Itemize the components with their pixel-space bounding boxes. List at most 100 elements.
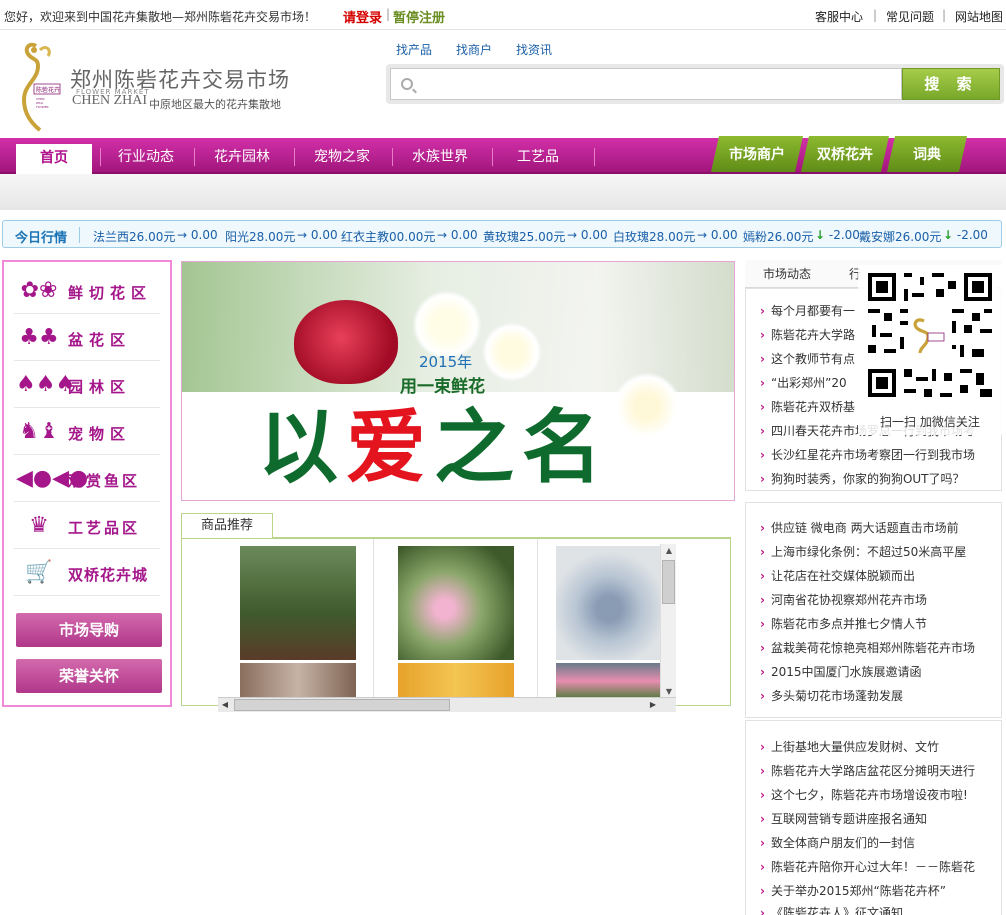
news-item[interactable]: 陈砦花卉陪你开心过大年！－－陈砦花 <box>760 858 990 875</box>
honor-care-button[interactable]: 荣誉关怀 <box>16 659 162 693</box>
category-shuangqiao[interactable]: 🛒 双桥花卉城 <box>14 550 160 596</box>
news-list-3: 上街基地大量供应发财树、文竹 陈砦花卉大学路店盆花区分摊明天进行 这个七夕，陈砦… <box>745 720 1002 915</box>
nav-aquarium[interactable]: 水族世界 <box>394 138 486 172</box>
news-item[interactable]: 互联网营销专题讲座报名通知 <box>760 810 990 827</box>
category-label: 双桥花卉城 <box>68 566 149 584</box>
news-item[interactable]: 狗狗时装秀，你家的狗狗OUT了吗？ <box>760 470 990 487</box>
promo-banner[interactable]: 2015年 用一束鲜花 以爱之名 <box>181 261 735 501</box>
gallery-divider <box>537 539 538 705</box>
product-image[interactable] <box>240 546 356 660</box>
find-merchants-link[interactable]: 找商户 <box>456 41 492 58</box>
tab-market-news[interactable]: 市场动态 <box>763 265 811 282</box>
news-item[interactable]: 上街基地大量供应发财树、文竹 <box>760 738 990 755</box>
product-image[interactable] <box>240 663 356 699</box>
faq-link[interactable]: 常见问题 <box>886 8 934 25</box>
category-label: 鲜切花区 <box>68 284 153 302</box>
sitemap-link[interactable]: 网站地图 <box>955 8 1003 25</box>
nav-garden[interactable]: 花卉园林 <box>196 138 288 172</box>
news-item[interactable]: 关于举办2015郑州“陈砦花卉杯” <box>760 882 990 899</box>
nav-crafts[interactable]: 工艺品 <box>494 138 582 172</box>
product-image[interactable] <box>398 663 514 699</box>
gallery-horizontal-scrollbar[interactable]: ◀ ▶ <box>218 697 676 712</box>
nav-dictionary[interactable]: 词典 <box>887 136 967 172</box>
banner-year: 2015年 <box>419 353 473 371</box>
nav-pets[interactable]: 宠物之家 <box>296 138 388 172</box>
scroll-right-icon[interactable]: ▶ <box>646 698 660 712</box>
category-label: 园林区 <box>68 378 132 396</box>
price-ticker: 今日行情 法兰西26.00元 → 0.00 阳光28.00元 → 0.00 红衣… <box>2 220 1002 248</box>
news-item[interactable]: 供应链 微电商 两大话题直击市场前 <box>760 519 990 536</box>
ticker-change: → 0.00 <box>697 228 738 242</box>
ticker-item[interactable]: 嫣粉26.00元 <box>743 228 813 245</box>
news-item[interactable]: 2015中国厦门水族展邀请函 <box>760 663 990 680</box>
banner-jasmine <box>482 322 542 382</box>
news-item[interactable]: 多头菊切花市场蓬勃发展 <box>760 687 990 704</box>
tab-product-recommend[interactable]: 商品推荐 <box>181 513 273 538</box>
category-panel: ✿❀ 鲜切花区 ♣♣ 盆花区 ♠♠♠ 园林区 ♞♝ 宠物区 ◀●◀● 观赏鱼区 … <box>2 260 172 707</box>
scroll-up-icon[interactable]: ▲ <box>661 544 677 558</box>
register-link[interactable]: 暂停注册 <box>393 7 445 26</box>
news-item[interactable]: 致全体商户朋友们的一封信 <box>760 834 990 851</box>
category-potted[interactable]: ♣♣ 盆花区 <box>14 315 160 361</box>
ticker-item[interactable]: 黄玫瑰25.00元 <box>483 228 565 245</box>
logo-tagline: 中原地区最大的花卉集散地 <box>149 98 281 111</box>
news-item[interactable]: 河南省花协视察郑州花卉市场 <box>760 591 990 608</box>
category-label: 工艺品区 <box>68 519 141 537</box>
news-item[interactable]: 《陈砦花卉人》征文通知 <box>760 904 990 915</box>
search-input[interactable] <box>419 69 889 97</box>
separator: | <box>942 8 947 22</box>
news-item[interactable]: 陈砦花市多点并推七夕情人节 <box>760 615 990 632</box>
news-item[interactable]: 长沙红星花卉市场考察团一行到我市场 <box>760 446 990 463</box>
news-item[interactable]: 陈砦花卉大学路店盆花区分摊明天进行 <box>760 762 990 779</box>
ticker-item[interactable]: 法兰西26.00元 <box>93 228 175 245</box>
search-icon <box>401 78 413 90</box>
category-pets[interactable]: ♞♝ 宠物区 <box>14 409 160 455</box>
category-garden[interactable]: ♠♠♠ 园林区 <box>14 362 160 408</box>
find-products-link[interactable]: 找产品 <box>396 41 432 58</box>
news-item[interactable]: 这个七夕，陈砦花卉市场增设夜市啦! <box>760 786 990 803</box>
category-label: 盆花区 <box>68 331 132 349</box>
welcome-text: 您好，欢迎来到中国花卉集散地—郑州陈砦花卉交易市场！ <box>4 10 317 24</box>
service-center-link[interactable]: 客服中心 <box>815 8 863 25</box>
find-news-link[interactable]: 找资讯 <box>516 41 552 58</box>
ticker-item[interactable]: 戴安娜26.00元 <box>859 228 941 245</box>
nav-home[interactable]: 首页 <box>16 144 92 174</box>
category-fish[interactable]: ◀●◀● 观赏鱼区 <box>14 456 160 502</box>
nav-market-merchants[interactable]: 市场商户 <box>711 136 803 172</box>
product-image[interactable] <box>398 546 514 660</box>
news-item[interactable]: 盆栽美荷花惊艳亮相郑州陈砦花卉市场 <box>760 639 990 656</box>
main-nav: 首页 行业动态 花卉园林 宠物之家 水族世界 工艺品 市场商户 双桥花卉 词典 <box>0 138 1006 174</box>
news-list-2: 供应链 微电商 两大话题直击市场前 上海市绿化条例：不超过50米高平屋 让花店在… <box>745 502 1002 718</box>
scroll-thumb[interactable] <box>234 699 450 711</box>
pet-icon: ♞♝ <box>19 419 59 444</box>
product-image[interactable] <box>556 663 662 699</box>
ticker-divider <box>79 227 80 243</box>
product-image[interactable] <box>556 546 662 660</box>
login-link[interactable]: 请登录 <box>343 7 382 26</box>
potted-plant-icon: ♣♣ <box>19 325 59 350</box>
category-fresh-cut[interactable]: ✿❀ 鲜切花区 <box>14 268 160 314</box>
nav-shuangqiao-flowers[interactable]: 双桥花卉 <box>801 136 889 172</box>
site-logo[interactable]: 陈砦花卉 CHEN ZHAI FLOWER 郑州陈砦花卉交易市场 FLOWER … <box>12 40 312 135</box>
news-item[interactable]: 上海市绿化条例：不超过50米高平屋 <box>760 543 990 560</box>
gallery-vertical-scrollbar[interactable]: ▲ ▼ <box>660 544 676 699</box>
ticker-change: → 0.00 <box>437 228 478 242</box>
ticker-item[interactable]: 白玫瑰28.00元 <box>613 228 695 245</box>
ticker-item[interactable]: 红衣主教00.00元 <box>341 228 435 245</box>
wechat-qr-overlay[interactable]: 扫一扫 加微信关注 <box>858 265 1006 435</box>
ticker-item[interactable]: 阳光28.00元 <box>225 228 295 245</box>
scroll-thumb[interactable] <box>662 560 675 604</box>
ticker-change: ↓ -2.00 <box>815 228 860 242</box>
trees-icon: ♠♠♠ <box>16 372 76 397</box>
category-crafts[interactable]: ♛ 工艺品区 <box>14 503 160 549</box>
nav-divider <box>194 148 195 166</box>
cart-icon: 🛒 <box>25 560 53 585</box>
scroll-left-icon[interactable]: ◀ <box>218 698 232 712</box>
logo-emblem-icon: 陈砦花卉 CHEN ZHAI FLOWER <box>21 42 61 132</box>
nav-industry-news[interactable]: 行业动态 <box>102 138 190 172</box>
category-label: 观赏鱼区 <box>68 472 141 490</box>
news-item[interactable]: 让花店在社交媒体脱颖而出 <box>760 567 990 584</box>
market-guide-button[interactable]: 市场导购 <box>16 613 162 647</box>
banner-jasmine <box>612 372 682 442</box>
search-button[interactable]: 搜 索 <box>902 68 1000 100</box>
